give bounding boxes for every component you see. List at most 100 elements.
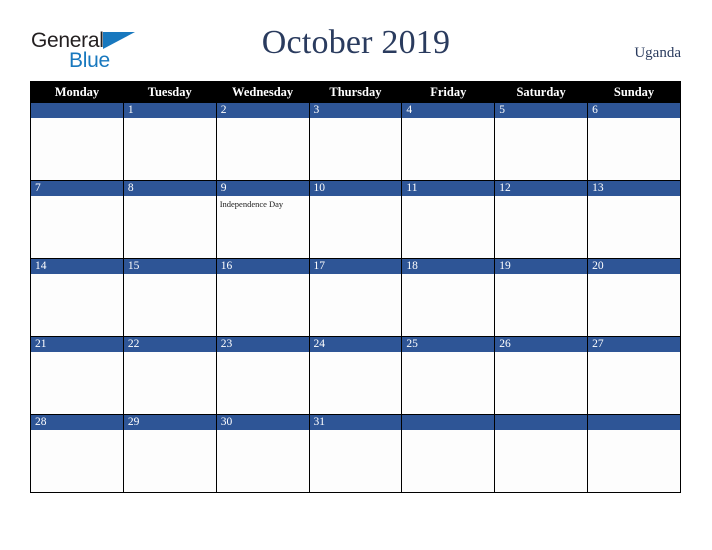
- calendar-day-cell[interactable]: [587, 414, 681, 493]
- calendar-day-cell[interactable]: 3: [308, 102, 403, 181]
- day-cell-content: 13: [588, 181, 680, 258]
- day-cell-content: 30: [216, 415, 309, 492]
- calendar-day-cell[interactable]: 13: [587, 180, 681, 259]
- calendar-day-cell[interactable]: 24: [308, 336, 403, 415]
- calendar-day-cell[interactable]: 19: [494, 258, 589, 337]
- weekday-header-thursday: Thursday: [308, 81, 403, 103]
- day-number: 16: [216, 259, 309, 274]
- day-cell-content: 12: [495, 181, 588, 258]
- calendar-day-cell[interactable]: 30: [215, 414, 310, 493]
- day-cell-content: 16: [216, 259, 309, 336]
- day-number: 9: [216, 181, 309, 196]
- day-number: 27: [588, 337, 680, 352]
- calendar-day-cell[interactable]: 17: [308, 258, 403, 337]
- country-label: Uganda: [634, 45, 681, 61]
- weekday-header-wednesday: Wednesday: [215, 81, 310, 103]
- day-number: 28: [31, 415, 123, 430]
- weekday-header-sunday: Sunday: [587, 81, 681, 103]
- day-number: 17: [309, 259, 402, 274]
- day-number: 23: [216, 337, 309, 352]
- calendar-day-cell[interactable]: 18: [401, 258, 496, 337]
- day-cell-content: [495, 415, 588, 492]
- calendar-week-row: 123456: [30, 102, 681, 181]
- calendar-day-cell[interactable]: 7: [30, 180, 124, 259]
- day-cell-content: 21: [31, 337, 123, 414]
- calendar-grid: Monday Tuesday Wednesday Thursday Friday…: [30, 81, 681, 493]
- day-number: 1: [123, 103, 216, 118]
- calendar-day-cell[interactable]: 14: [30, 258, 124, 337]
- day-number: 18: [402, 259, 495, 274]
- calendar-day-cell[interactable]: 20: [587, 258, 681, 337]
- calendar-day-cell[interactable]: 6: [587, 102, 681, 181]
- day-cell-content: [588, 415, 680, 492]
- calendar-day-cell[interactable]: 4: [401, 102, 496, 181]
- calendar-day-cell[interactable]: 26: [494, 336, 589, 415]
- day-cell-content: 31: [309, 415, 402, 492]
- weekday-header-friday: Friday: [401, 81, 496, 103]
- day-number: 24: [309, 337, 402, 352]
- calendar-day-cell[interactable]: 5: [494, 102, 589, 181]
- calendar-day-cell[interactable]: 9 Independence Day: [215, 180, 310, 259]
- day-event-label: Independence Day: [219, 199, 284, 209]
- day-number: 30: [216, 415, 309, 430]
- day-cell-content: [31, 103, 123, 180]
- calendar-day-cell[interactable]: 2: [215, 102, 310, 181]
- day-number: 25: [402, 337, 495, 352]
- day-number: 22: [123, 337, 216, 352]
- page-title: October 2019: [261, 24, 451, 61]
- calendar-day-cell[interactable]: 27: [587, 336, 681, 415]
- calendar-day-cell[interactable]: 10: [308, 180, 403, 259]
- calendar-week-row: 7 8 9 Independence Day 10 11 12 13: [30, 180, 681, 259]
- day-number: 26: [495, 337, 588, 352]
- calendar-day-cell[interactable]: 15: [122, 258, 217, 337]
- day-number: 20: [588, 259, 680, 274]
- day-cell-content: 14: [31, 259, 123, 336]
- day-cell-content: 15: [123, 259, 216, 336]
- day-cell-content: 29: [123, 415, 216, 492]
- day-number: [588, 415, 680, 430]
- day-number: 19: [495, 259, 588, 274]
- calendar-day-cell[interactable]: [494, 414, 589, 493]
- day-cell-content: 3: [309, 103, 402, 180]
- calendar-week-row: 14 15 16 17 18 19 20: [30, 258, 681, 337]
- day-number: 8: [123, 181, 216, 196]
- calendar-day-cell[interactable]: 28: [30, 414, 124, 493]
- day-number: 14: [31, 259, 123, 274]
- calendar-day-cell[interactable]: [401, 414, 496, 493]
- calendar-week-row: 21 22 23 24 25 26 27: [30, 336, 681, 415]
- day-cell-content: 18: [402, 259, 495, 336]
- weekday-header-saturday: Saturday: [494, 81, 589, 103]
- calendar-day-cell[interactable]: 25: [401, 336, 496, 415]
- day-cell-content: 9 Independence Day: [216, 181, 309, 258]
- weekday-header-tuesday: Tuesday: [122, 81, 217, 103]
- calendar-day-cell[interactable]: 22: [122, 336, 217, 415]
- day-number: 3: [309, 103, 402, 118]
- calendar-day-cell[interactable]: 29: [122, 414, 217, 493]
- calendar-day-cell[interactable]: 21: [30, 336, 124, 415]
- calendar-day-cell[interactable]: 23: [215, 336, 310, 415]
- day-cell-content: 23: [216, 337, 309, 414]
- day-cell-content: 22: [123, 337, 216, 414]
- day-number: 13: [588, 181, 680, 196]
- calendar-day-cell[interactable]: 16: [215, 258, 310, 337]
- day-number: 31: [309, 415, 402, 430]
- calendar-day-cell[interactable]: 1: [122, 102, 217, 181]
- calendar-day-cell[interactable]: 12: [494, 180, 589, 259]
- day-number: 4: [402, 103, 495, 118]
- day-cell-content: 1: [123, 103, 216, 180]
- calendar-day-cell[interactable]: 11: [401, 180, 496, 259]
- weekday-header-monday: Monday: [30, 81, 124, 103]
- day-number: [402, 415, 495, 430]
- day-cell-content: 20: [588, 259, 680, 336]
- day-cell-content: 27: [588, 337, 680, 414]
- day-number: 12: [495, 181, 588, 196]
- calendar-day-cell[interactable]: 8: [122, 180, 217, 259]
- day-number: 29: [123, 415, 216, 430]
- calendar-day-cell[interactable]: [30, 102, 124, 181]
- day-cell-content: 19: [495, 259, 588, 336]
- day-number: 21: [31, 337, 123, 352]
- calendar-day-cell[interactable]: 31: [308, 414, 403, 493]
- day-cell-content: [402, 415, 495, 492]
- day-cell-content: 24: [309, 337, 402, 414]
- day-cell-content: 2: [216, 103, 309, 180]
